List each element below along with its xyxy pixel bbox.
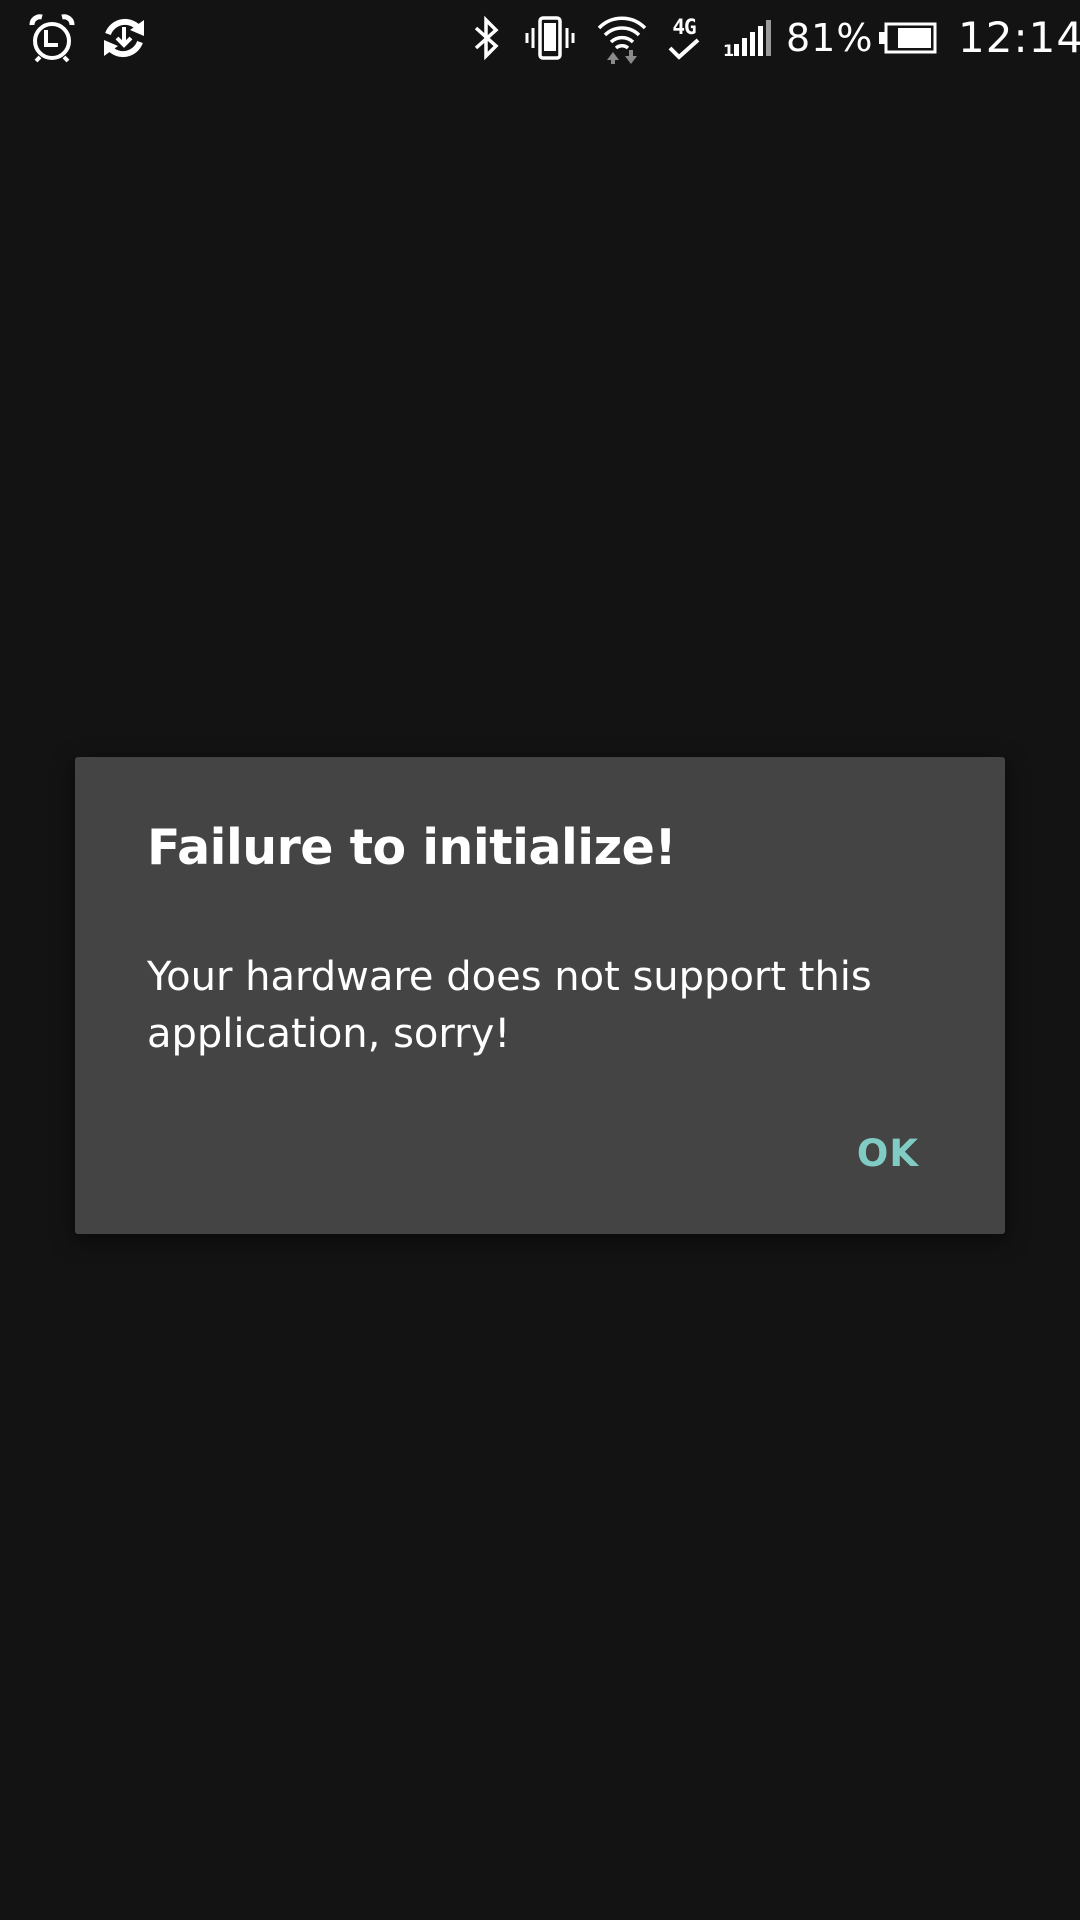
alarm-icon (24, 0, 80, 76)
status-bar: 4G 1 81% 12:14 (0, 0, 1080, 76)
wifi-icon (594, 0, 650, 76)
dialog-title: Failure to initialize! (147, 819, 677, 876)
svg-text:1: 1 (723, 41, 734, 58)
ok-button[interactable]: OK (835, 1117, 941, 1189)
network-4g-icon: 4G (664, 0, 704, 76)
battery-icon (878, 0, 938, 76)
sync-icon (96, 0, 152, 76)
vibrate-icon (524, 0, 576, 76)
dialog-message: Your hardware does not support this appl… (147, 954, 872, 1057)
clock: 12:14 (958, 13, 1080, 62)
error-dialog: Failure to initialize! Your hardware doe… (75, 757, 1005, 1234)
bluetooth-icon (470, 0, 504, 76)
signal-icon: 1 (722, 0, 772, 76)
network-label: 4G (672, 15, 696, 39)
battery-percentage: 81% (786, 16, 874, 60)
